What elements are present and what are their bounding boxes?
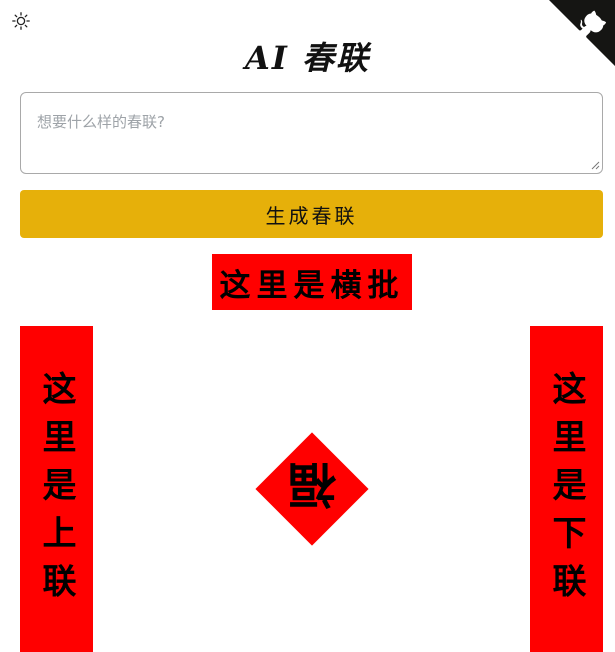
- generate-button[interactable]: 生成春联: [20, 190, 603, 238]
- prompt-input[interactable]: [20, 92, 603, 174]
- horizontal-scroll-banner: 这里是横批: [212, 254, 412, 310]
- lower-couplet: 这里是下联: [530, 326, 603, 652]
- horizontal-scroll-text: 这里是横批: [219, 267, 405, 304]
- app-page: AI 春联 生成春联 这里是横批 这里是上联 这里是下联 福: [0, 0, 615, 652]
- lower-couplet-text: 这里是下联: [546, 371, 586, 611]
- theme-toggle-button[interactable]: [11, 11, 31, 31]
- upper-couplet-text: 这里是上联: [36, 371, 76, 611]
- sun-icon: [12, 12, 30, 30]
- page-title: AI 春联: [245, 39, 370, 77]
- fu-character: 福: [288, 456, 337, 512]
- upper-couplet: 这里是上联: [20, 326, 93, 652]
